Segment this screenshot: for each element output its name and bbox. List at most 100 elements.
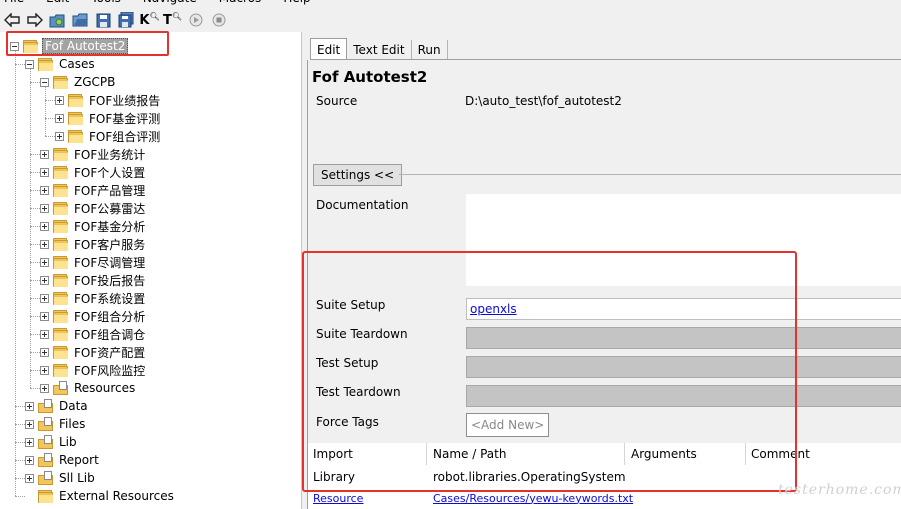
tree-item[interactable]: Data (25, 397, 90, 415)
tree-item[interactable]: Resources (40, 379, 137, 397)
expand-icon[interactable] (40, 293, 49, 303)
menu-item-edit[interactable]: Edit (46, 0, 69, 5)
tab-run[interactable]: Run (412, 40, 448, 60)
tree-item[interactable]: FOF基金评测 (55, 109, 162, 127)
expand-icon[interactable] (40, 167, 49, 177)
menu-item-navigate[interactable]: Navigate (143, 0, 197, 5)
settings-toggle-button[interactable]: Settings << (313, 164, 403, 186)
tree-item[interactable]: FOF风险监控 (40, 361, 147, 379)
resource-folder-icon (38, 435, 54, 449)
tree-item[interactable]: FOF组合评测 (55, 127, 162, 145)
tree-item[interactable]: Cases (25, 55, 97, 73)
back-arrow-icon[interactable] (2, 10, 21, 30)
tree-item[interactable]: FOF产品管理 (40, 181, 147, 199)
expand-icon[interactable] (40, 203, 49, 213)
tree-item[interactable]: Report (25, 451, 101, 469)
tree-item[interactable]: Sll Lib (25, 469, 97, 487)
expand-icon[interactable] (40, 185, 49, 195)
save-all-icon[interactable] (117, 10, 136, 30)
tab-edit[interactable]: Edit (310, 38, 348, 60)
tree-item[interactable]: ZGCPB (40, 73, 117, 91)
tree-connector (15, 496, 25, 497)
tree-item[interactable]: FOF公募雷达 (40, 199, 147, 217)
tree-item[interactable]: FOF尽调管理 (40, 253, 147, 271)
tree-item[interactable]: FOF业务统计 (40, 145, 147, 163)
tree-connector (30, 82, 40, 83)
tree-item[interactable]: FOF系统设置 (40, 289, 147, 307)
tree-item[interactable]: Lib (25, 433, 79, 451)
tree-item[interactable]: FOF个人设置 (40, 163, 147, 181)
tree-connector (15, 460, 25, 461)
tree-connector (30, 208, 40, 209)
tree-connector (30, 388, 40, 389)
tree-connector (45, 118, 55, 119)
expand-icon[interactable] (40, 329, 49, 339)
expand-icon[interactable] (25, 455, 34, 465)
expand-icon[interactable] (25, 437, 34, 447)
forward-arrow-icon[interactable] (25, 10, 44, 30)
tree-item-label: FOF尽调管理 (74, 255, 146, 270)
resource-folder-icon (38, 417, 54, 431)
stop-icon[interactable] (209, 10, 228, 30)
expand-icon[interactable] (40, 365, 49, 375)
folder-icon (53, 237, 69, 251)
tree-item[interactable]: FOF组合调仓 (40, 325, 147, 343)
expand-icon[interactable] (55, 95, 64, 105)
collapse-icon[interactable] (25, 59, 34, 69)
folder-icon (53, 291, 69, 305)
expand-icon[interactable] (55, 113, 64, 123)
menu-item-tools[interactable]: Tools (91, 0, 121, 5)
tree-item[interactable]: FOF投后报告 (40, 271, 147, 289)
menu-item-file[interactable]: File (4, 0, 24, 5)
search-tests-label: T (162, 12, 172, 28)
tree-item-label: FOF资产配置 (74, 345, 146, 360)
import-path-link[interactable]: Cases/Resources/yewu-keywords.txt (433, 492, 633, 505)
tree-item[interactable]: External Resources (25, 487, 176, 505)
tree-item[interactable]: FOF资产配置 (40, 343, 147, 361)
expand-icon[interactable] (25, 401, 34, 411)
tree-item-label: Files (59, 417, 86, 431)
search-tests-icon[interactable]: T 🔍︎ (163, 10, 182, 30)
search-keywords-label: K (139, 12, 150, 28)
menu-item-help[interactable]: Help (283, 0, 310, 5)
tree-connector (30, 334, 40, 335)
expand-icon[interactable] (40, 347, 49, 357)
tab-text-edit[interactable]: Text Edit (347, 40, 412, 60)
folder-icon (53, 345, 69, 359)
highlight-box-tree (6, 31, 169, 56)
suite-tree[interactable]: Fof Autotest2 Cases ZGCPB FOF业绩报告 FOF基金评测 FOF… (0, 32, 302, 509)
tree-item[interactable]: FOF客户服务 (40, 235, 147, 253)
tree-connector (30, 244, 40, 245)
tree-item[interactable]: FOF基金分析 (40, 217, 147, 235)
folder-icon (53, 75, 69, 89)
expand-icon[interactable] (25, 419, 34, 429)
expand-icon[interactable] (40, 311, 49, 321)
expand-icon[interactable] (40, 383, 49, 393)
tree-item[interactable]: Files (25, 415, 87, 433)
open-suite-icon[interactable] (48, 10, 67, 30)
expand-icon[interactable] (40, 275, 49, 285)
collapse-icon[interactable] (40, 77, 49, 87)
open-directory-icon[interactable] (71, 10, 90, 30)
tree-item-label: FOF组合评测 (89, 129, 161, 144)
tree-item-label: External Resources (59, 489, 174, 503)
expand-icon[interactable] (40, 221, 49, 231)
source-value: D:\auto_test\fof_autotest2 (465, 94, 622, 108)
expand-icon[interactable] (25, 473, 34, 483)
menu-item-macros[interactable]: Macros (219, 0, 262, 5)
expand-icon[interactable] (55, 131, 64, 141)
tree-item[interactable]: FOF组合分析 (40, 307, 147, 325)
import-type-link[interactable]: Resource (313, 492, 363, 505)
tree-item-label: FOF组合调仓 (74, 327, 146, 342)
tree-connector (30, 154, 40, 155)
tree-item-label: FOF基金分析 (74, 219, 146, 234)
run-icon[interactable] (186, 10, 205, 30)
expand-icon[interactable] (40, 149, 49, 159)
tree-item-label: FOF公募雷达 (74, 201, 146, 216)
expand-icon[interactable] (40, 239, 49, 249)
folder-icon (53, 165, 69, 179)
tree-item[interactable]: FOF业绩报告 (55, 91, 162, 109)
save-icon[interactable] (94, 10, 113, 30)
expand-icon[interactable] (40, 257, 49, 267)
search-keywords-icon[interactable]: K 🔍︎ (139, 10, 159, 30)
